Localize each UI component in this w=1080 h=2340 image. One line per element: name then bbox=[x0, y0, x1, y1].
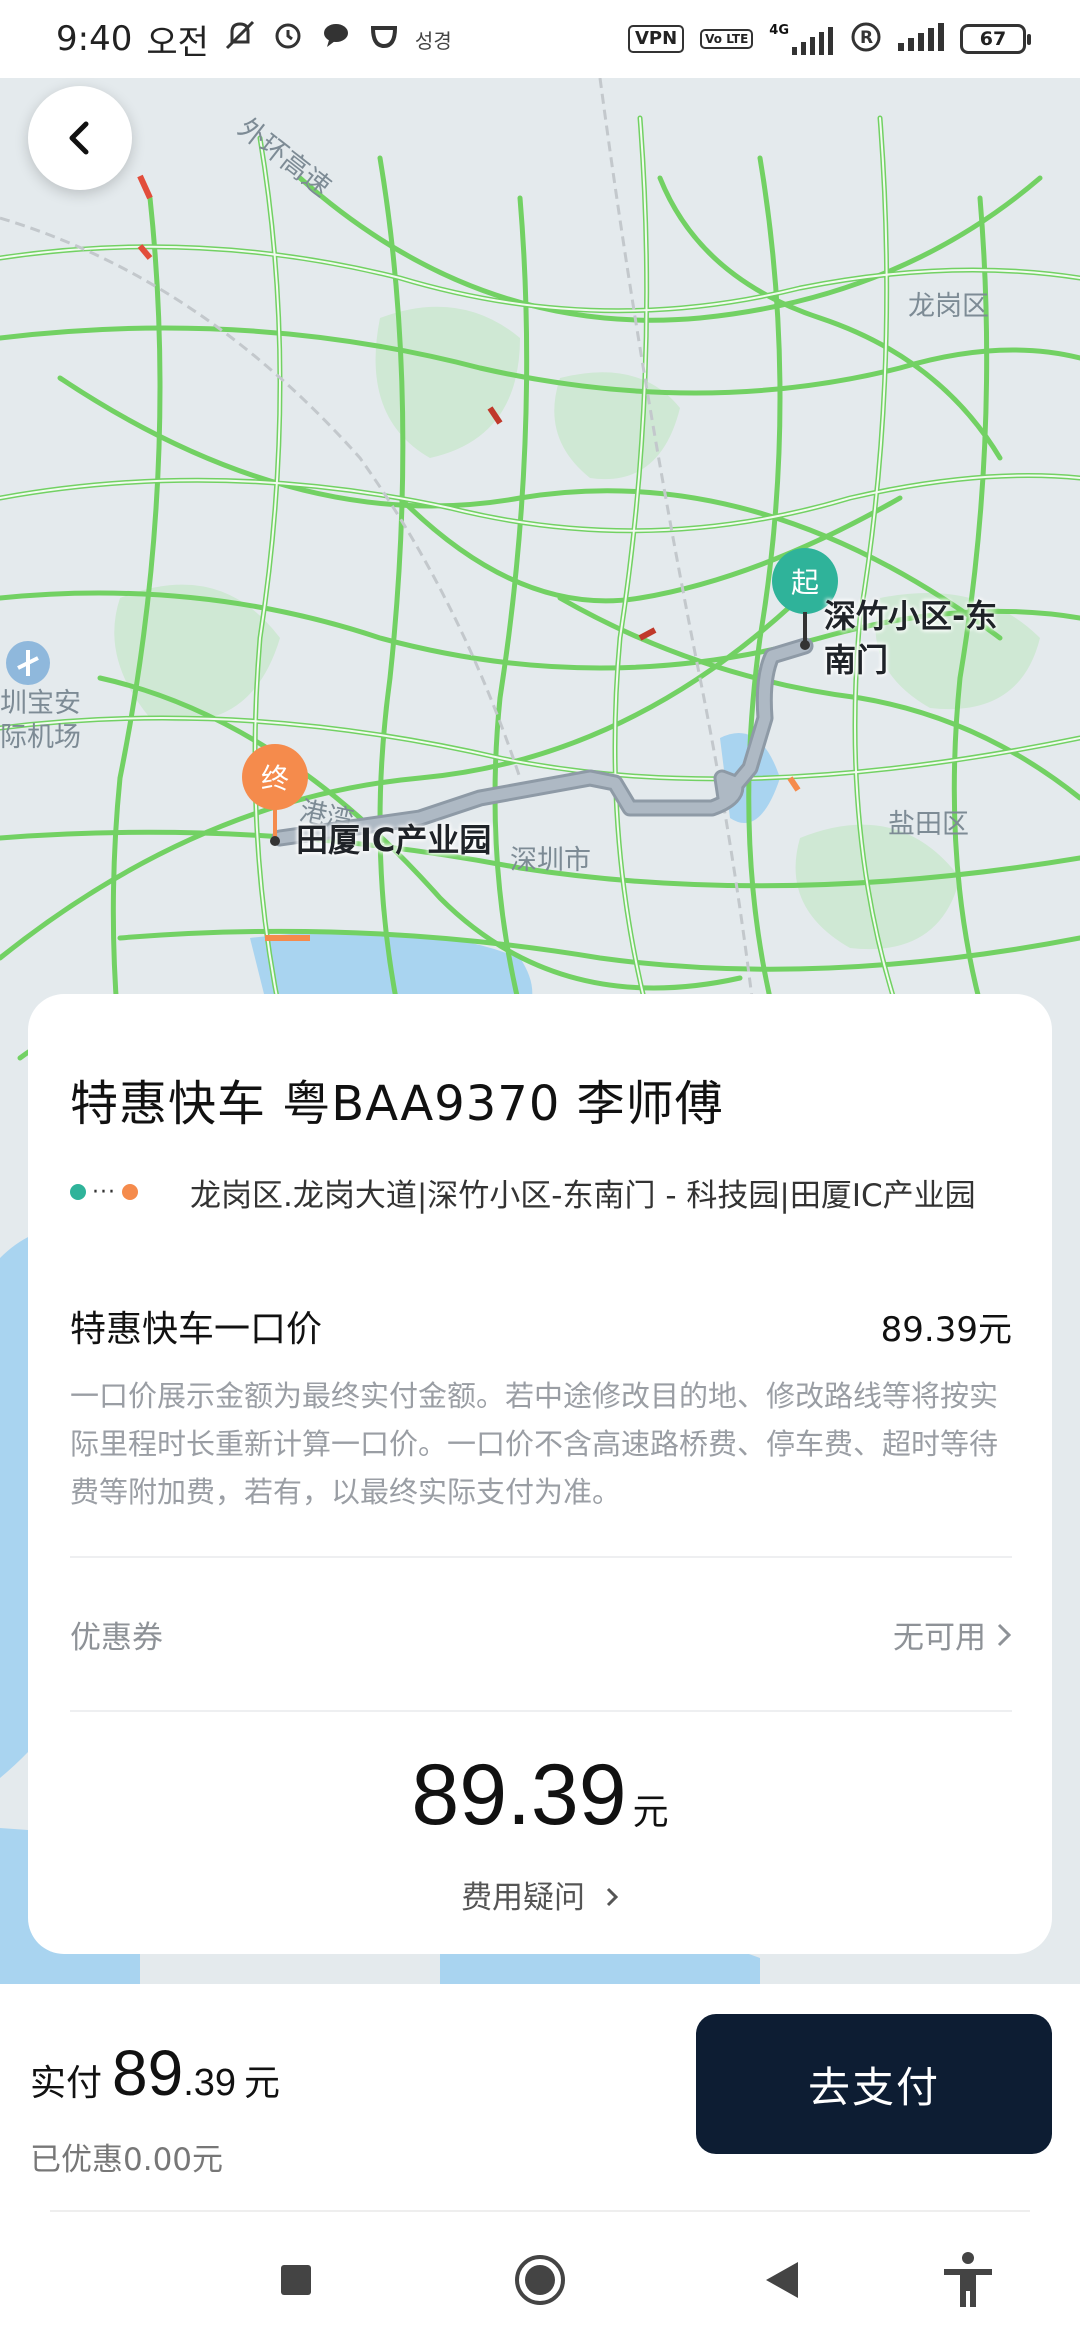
mute-icon bbox=[223, 18, 257, 60]
district-longgang: 龙岗区 bbox=[908, 291, 989, 322]
signal-icon bbox=[898, 23, 944, 55]
status-left: 9:40 오전 성경 bbox=[56, 15, 452, 64]
vpn-badge: VPN bbox=[627, 25, 685, 53]
status-note: 성경 bbox=[414, 28, 452, 53]
start-place-label: 深竹小区-东 南门 bbox=[824, 594, 997, 682]
pay-button[interactable]: 去支付 bbox=[696, 2014, 1052, 2154]
pay-amount-int: 89 bbox=[112, 2037, 184, 2109]
start-marker-dot bbox=[800, 640, 810, 650]
coupon-status: 无可用 bbox=[893, 1620, 986, 1656]
city-shenzhen: 深圳市 bbox=[510, 845, 591, 876]
route-summary: ··· 龙岗区.龙岗大道|深竹小区-东南门 - 科技园|田厦IC产业园 bbox=[70, 1170, 1020, 1214]
volte-badge: Vo LTE bbox=[700, 29, 754, 49]
end-place-label: 田厦IC产业园 bbox=[296, 821, 492, 859]
status-right: VPN Vo LTE 4G R 67 bbox=[627, 21, 1031, 57]
actual-payment: 实付 89 .39 元 bbox=[30, 2036, 280, 2110]
airport-label-2: 际机场 bbox=[0, 722, 81, 753]
end-marker[interactable]: 终 bbox=[242, 744, 308, 810]
status-ampm: 오전 bbox=[146, 22, 209, 63]
status-time: 9:40 bbox=[56, 19, 133, 59]
ellipsis-icon: ··· bbox=[92, 1179, 116, 1205]
accessibility-icon[interactable] bbox=[938, 2250, 998, 2310]
chevron-right-icon bbox=[997, 1623, 1012, 1646]
divider bbox=[70, 1556, 1012, 1558]
airport-label-1: 圳宝安 bbox=[0, 688, 81, 719]
start-dot bbox=[70, 1184, 86, 1200]
order-card: 特惠快车 粤BAA9370 李师傅 ··· 龙岗区.龙岗大道|深竹小区-东南门 … bbox=[28, 994, 1052, 1954]
divider bbox=[70, 1710, 1012, 1712]
svg-text:R: R bbox=[860, 28, 873, 48]
start-place-line1: 深竹小区-东 bbox=[824, 597, 998, 635]
nav-divider bbox=[50, 2210, 1030, 2212]
alarm-icon bbox=[271, 18, 305, 60]
fixed-price-amount: 89.39元 bbox=[880, 1309, 1012, 1350]
fixed-price-row: 特惠快车一口价 89.39元 bbox=[70, 1300, 1012, 1352]
payment-bar: 实付 89 .39 元 已优惠0.00元 去支付 bbox=[0, 1984, 1080, 2210]
route-text: 龙岗区.龙岗大道|深竹小区-东南门 - 科技园|田厦IC产业园 bbox=[190, 1177, 976, 1214]
fixed-price-label: 特惠快车一口价 bbox=[70, 1309, 323, 1350]
total-price: 89.39 元 bbox=[28, 1746, 1052, 1845]
network-type: 4G bbox=[769, 23, 789, 38]
total-amount: 89.39 bbox=[411, 1747, 627, 1843]
battery-icon: 67 bbox=[960, 24, 1031, 54]
system-nav-bar bbox=[0, 2210, 1080, 2340]
didi-app-icon bbox=[367, 18, 401, 60]
status-bar: 9:40 오전 성경 VPN Vo LTE 4G R 67 bbox=[0, 0, 1080, 78]
end-marker-dot bbox=[270, 836, 280, 846]
pay-unit: 元 bbox=[244, 2063, 281, 2104]
back-button[interactable] bbox=[28, 86, 132, 190]
signal-4g-icon: 4G bbox=[769, 23, 834, 55]
chat-icon bbox=[319, 18, 353, 60]
home-circle-icon[interactable] bbox=[510, 2250, 570, 2310]
start-marker-stem bbox=[803, 612, 807, 642]
coupon-row[interactable]: 优惠券 无可用 bbox=[70, 1612, 1012, 1657]
district-yantian: 盐田区 bbox=[888, 809, 969, 840]
recents-square-icon[interactable] bbox=[266, 2250, 326, 2310]
chevron-right-icon bbox=[606, 1887, 619, 1907]
end-dot bbox=[121, 1184, 138, 1200]
roaming-icon: R bbox=[850, 21, 882, 57]
fee-question-link[interactable]: 费用疑问 bbox=[28, 1872, 1052, 1917]
end-marker-stem bbox=[273, 808, 277, 838]
discount-text: 已优惠0.00元 bbox=[30, 2142, 224, 2178]
coupon-value[interactable]: 无可用 bbox=[893, 1612, 1012, 1657]
start-place-line2: 南门 bbox=[824, 641, 889, 679]
route-dots-icon: ··· bbox=[70, 1180, 190, 1205]
coupon-label: 优惠券 bbox=[70, 1620, 163, 1656]
total-unit: 元 bbox=[632, 1792, 669, 1833]
order-title: 特惠快车 粤BAA9370 李师傅 bbox=[70, 1076, 724, 1132]
pay-amount-decimal: .39 bbox=[183, 2062, 237, 2104]
fee-question-label: 费用疑问 bbox=[461, 1880, 586, 1916]
price-description: 一口价展示金额为最终实付金额。若中途修改目的地、修改路线等将按实际里程时长重新计… bbox=[70, 1379, 999, 1509]
chevron-left-icon bbox=[69, 121, 89, 155]
back-triangle-icon[interactable] bbox=[752, 2250, 812, 2310]
pay-prefix: 实付 bbox=[30, 2063, 103, 2104]
